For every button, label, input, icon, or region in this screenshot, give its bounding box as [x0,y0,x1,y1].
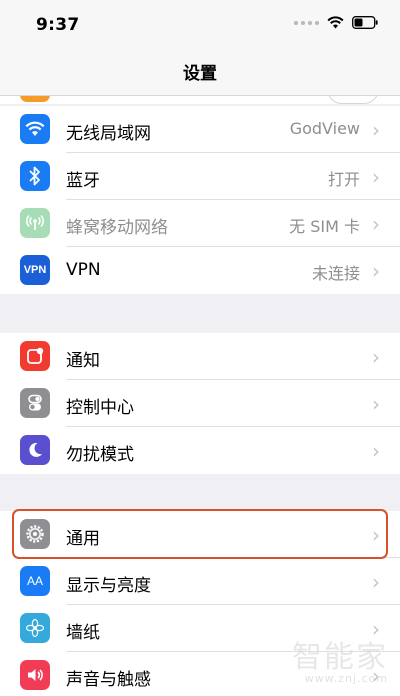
status-bar: 9:37 [0,0,400,46]
navigation-bar: 设置 [0,46,400,96]
settings-row-display-brightness[interactable]: AA 显示与亮度 › [0,558,400,605]
chevron-right-icon: › [372,259,380,283]
row-label: 蓝牙 [66,171,100,191]
row-label: 通知 [66,351,100,371]
row-label: 勿扰模式 [66,445,134,465]
chevron-right-icon: › [372,392,380,416]
wifi-icon [20,114,50,144]
vpn-icon: VPN [20,255,50,285]
settings-row-notifications[interactable]: 通知 › [0,333,400,380]
status-indicators [294,16,378,29]
moon-icon [20,435,50,465]
notification-icon [20,341,50,371]
row-label: 无线局域网 [66,124,151,144]
watermark-url: www.znj.com [304,672,388,685]
row-value: GodView [289,119,360,138]
row-value: 无 SIM 卡 [289,217,360,236]
watermark: 智能家 www.znj.com [292,632,388,685]
row-label: 显示与亮度 [66,576,151,596]
settings-row-wifi[interactable]: 无线局域网 GodView › [0,106,400,153]
network-settings-group: 无线局域网 GodView › 蓝牙 打开 › 蜂窝移动网络 无 SIM 卡 › [0,106,400,294]
row-value: 未连接 [311,264,360,283]
row-label: 控制中心 [66,398,134,418]
chevron-right-icon: › [372,212,380,236]
alerts-settings-group: 通知 › 控制中心 › 勿扰模式 › [0,333,400,474]
vpn-icon-text: VPN [23,264,47,276]
settings-row-bluetooth[interactable]: 蓝牙 打开 › [0,153,400,200]
status-time: 9:37 [36,15,80,35]
cellular-antenna-icon [20,208,50,238]
chevron-right-icon: › [372,118,380,142]
settings-row-vpn[interactable]: VPN VPN 未连接 › [0,247,400,294]
wallpaper-flower-icon [20,613,50,643]
airplane-mode-toggle[interactable] [327,96,379,104]
watermark-logo: 智能家 [292,640,388,675]
row-label: 墙纸 [66,623,100,643]
control-center-icon [20,388,50,418]
chevron-right-icon: › [372,439,380,463]
display-icon-text: AA [26,574,43,588]
bluetooth-icon [20,161,50,191]
chevron-right-icon: › [372,570,380,594]
cellular-signal-icon [294,20,319,25]
airplane-mode-icon [20,96,50,102]
row-label: VPN [66,260,101,280]
row-label: 蜂窝移动网络 [66,218,168,238]
battery-icon [352,16,378,29]
partial-row [0,96,400,104]
chevron-right-icon: › [372,165,380,189]
speaker-icon [20,660,50,690]
settings-row-do-not-disturb[interactable]: 勿扰模式 › [0,427,400,474]
page-title: 设置 [183,64,217,84]
row-label: 声音与触感 [66,670,151,690]
display-brightness-icon: AA [20,566,50,596]
settings-row-control-center[interactable]: 控制中心 › [0,380,400,427]
chevron-right-icon: › [372,345,380,369]
wifi-status-icon [327,16,344,29]
settings-row-cellular[interactable]: 蜂窝移动网络 无 SIM 卡 › [0,200,400,247]
highlight-annotation [12,509,388,559]
row-value: 打开 [327,170,360,189]
